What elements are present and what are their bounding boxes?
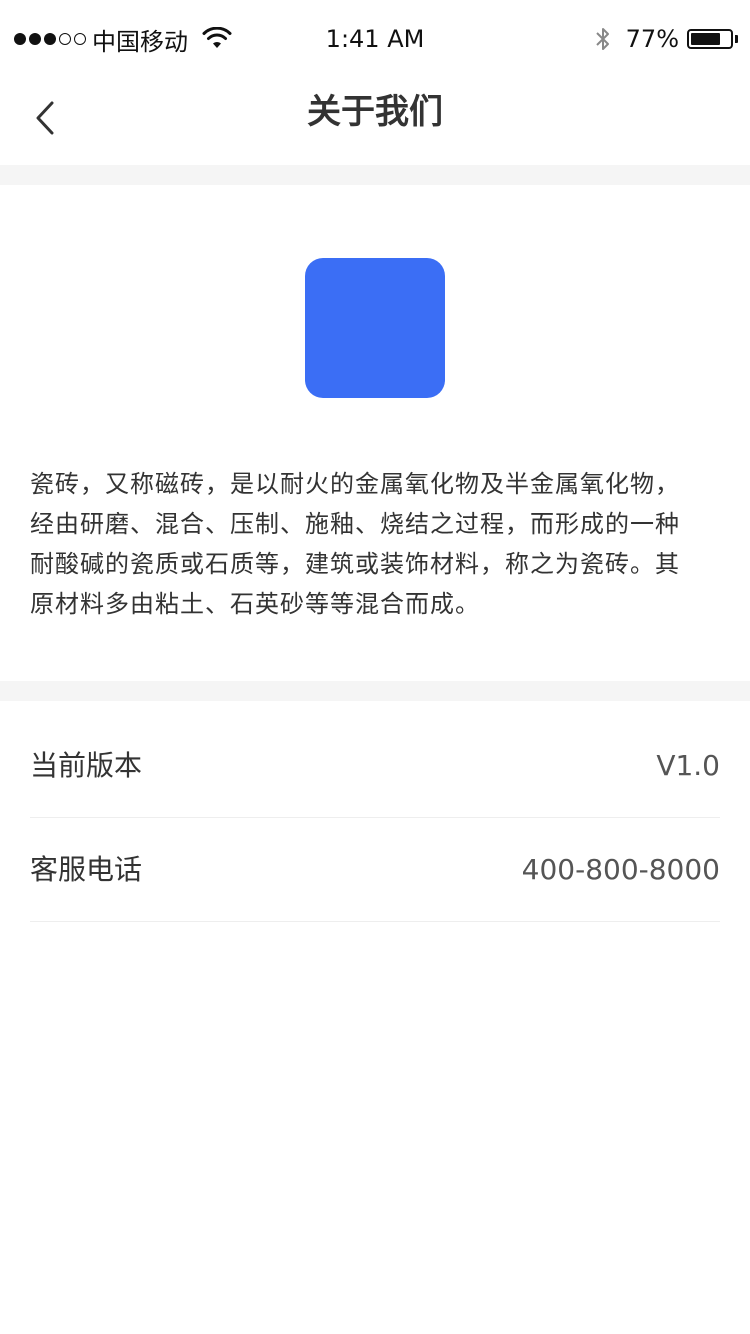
battery-level [691, 33, 721, 45]
customer-service-label: 客服电话 [30, 853, 143, 886]
app-description: 瓷砖，又称磁砖，是以耐火的金属氧化物及半金属氧化物， 经由研磨、混合、压制、施釉… [30, 470, 680, 618]
customer-service-row[interactable]: 客服电话 400-800-8000 [30, 818, 720, 922]
version-row: 当前版本 V1.0 [30, 714, 720, 818]
status-right: 77% [594, 22, 738, 56]
status-bar: 中国移动 1:41 AM 77% [0, 0, 750, 78]
section-divider [0, 165, 750, 185]
page-title: 关于我们 [307, 92, 443, 132]
battery-cap [735, 35, 738, 43]
version-value: V1.0 [656, 749, 720, 782]
section-divider [0, 681, 750, 701]
battery-percent: 77% [625, 25, 679, 53]
customer-service-phone[interactable]: 400-800-8000 [522, 818, 720, 922]
version-label: 当前版本 [30, 749, 143, 782]
app-logo [305, 258, 445, 398]
navigation-bar: 关于我们 [0, 78, 750, 165]
battery-icon [687, 29, 733, 49]
bluetooth-icon [595, 28, 609, 50]
